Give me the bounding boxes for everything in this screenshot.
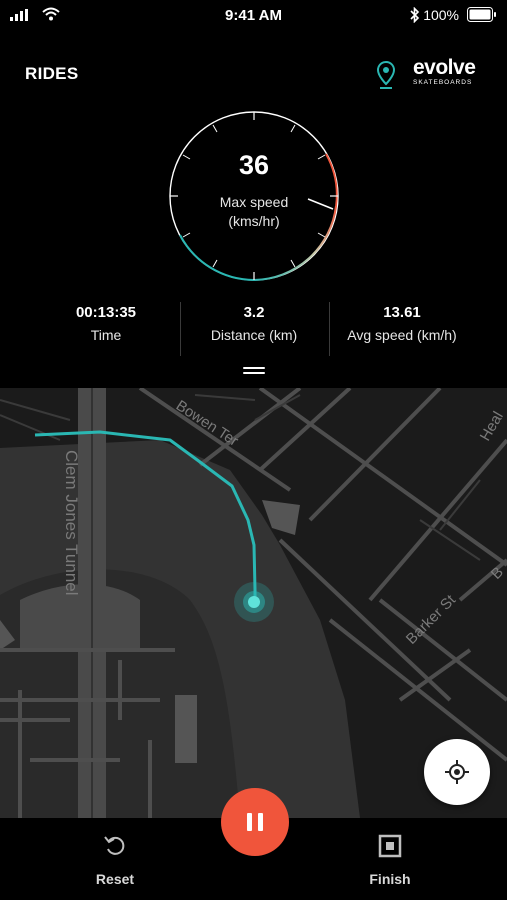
reset-icon (104, 836, 125, 855)
reset-label: Reset (95, 871, 135, 887)
crosshair-icon (445, 760, 469, 784)
stat-avg-speed-value: 13.61 (383, 304, 421, 321)
stat-distance-value: 3.2 (243, 304, 265, 321)
pause-icon (247, 813, 263, 831)
stat-time: 00:13:35 Time (31, 302, 181, 343)
stat-distance: 3.2 Distance (km) (179, 302, 329, 343)
stat-distance-label: Distance (km) (210, 327, 298, 343)
max-speed-value: 36 (238, 150, 270, 180)
street-label: Clem Jones Tunnel (62, 450, 81, 596)
battery-percent: 100% (423, 7, 459, 23)
ride-stats: 00:13:35 Time 3.2 Distance (km) 13.61 Av… (25, 302, 482, 356)
brand-name: evolve (413, 56, 476, 79)
stat-avg-speed-label: Avg speed (km/h) (347, 327, 457, 343)
reset-button[interactable]: Reset (70, 834, 160, 887)
stat-time-value: 00:13:35 (75, 304, 137, 321)
pause-button[interactable] (221, 788, 289, 856)
stat-avg-speed: 13.61 Avg speed (km/h) (327, 302, 477, 343)
recenter-location-button[interactable] (424, 739, 490, 805)
drag-handle[interactable] (243, 367, 265, 376)
finish-label: Finish (369, 871, 411, 887)
location-pin-icon (376, 60, 396, 89)
stat-time-label: Time (90, 327, 122, 343)
page-title: RIDES (25, 64, 79, 83)
brand-logo: evolve SKATEBOARDS (376, 56, 486, 92)
finish-button[interactable]: Finish (345, 834, 435, 887)
max-speed-label: Max speed (219, 194, 289, 210)
brand-subtitle: SKATEBOARDS (413, 79, 473, 86)
speed-gauge: 36 Max speed (kms/hr) (168, 110, 340, 282)
max-speed-unit: (kms/hr) (228, 213, 280, 229)
status-bar: 9:41 AM 100% (0, 0, 507, 32)
battery-icon (467, 7, 496, 22)
bluetooth-icon (410, 7, 420, 23)
finish-icon (378, 834, 402, 858)
